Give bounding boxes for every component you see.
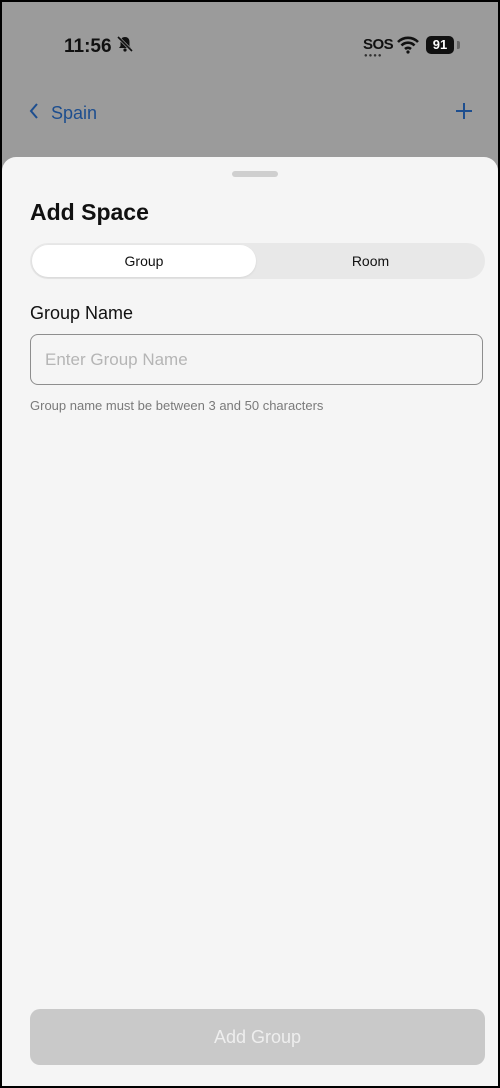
segment-group[interactable]: Group: [32, 245, 256, 277]
sheet-title: Add Space: [30, 199, 149, 225]
nav-bar: Spain: [2, 97, 498, 133]
signal-dots-icon: ●●●●: [364, 53, 383, 59]
plus-icon[interactable]: [454, 101, 474, 126]
battery-tip: [457, 41, 460, 49]
status-time: 11:56: [64, 36, 112, 57]
sheet-grabber[interactable]: [232, 171, 278, 177]
chevron-left-icon: [29, 103, 51, 124]
add-space-sheet: Add Space Group Room Group Name Group na…: [2, 157, 498, 1086]
bell-slash-icon: [116, 35, 134, 58]
add-group-button[interactable]: Add Group: [30, 1009, 485, 1065]
status-bar: 11:56 SOS ●●●● 91: [2, 2, 498, 90]
space-type-segmented-control: Group Room: [30, 243, 485, 279]
back-button[interactable]: Spain: [29, 103, 97, 124]
group-name-input[interactable]: [30, 334, 483, 385]
segment-room[interactable]: Room: [258, 245, 483, 277]
screen: 11:56 SOS ●●●● 91 Spain Add Space Group …: [2, 2, 498, 1086]
group-name-helper: Group name must be between 3 and 50 char…: [30, 398, 324, 413]
sos-indicator: SOS: [363, 36, 394, 53]
wifi-icon: [397, 36, 419, 59]
battery-icon: 91: [426, 36, 454, 54]
back-label: Spain: [51, 103, 98, 123]
group-name-label: Group Name: [30, 303, 134, 323]
